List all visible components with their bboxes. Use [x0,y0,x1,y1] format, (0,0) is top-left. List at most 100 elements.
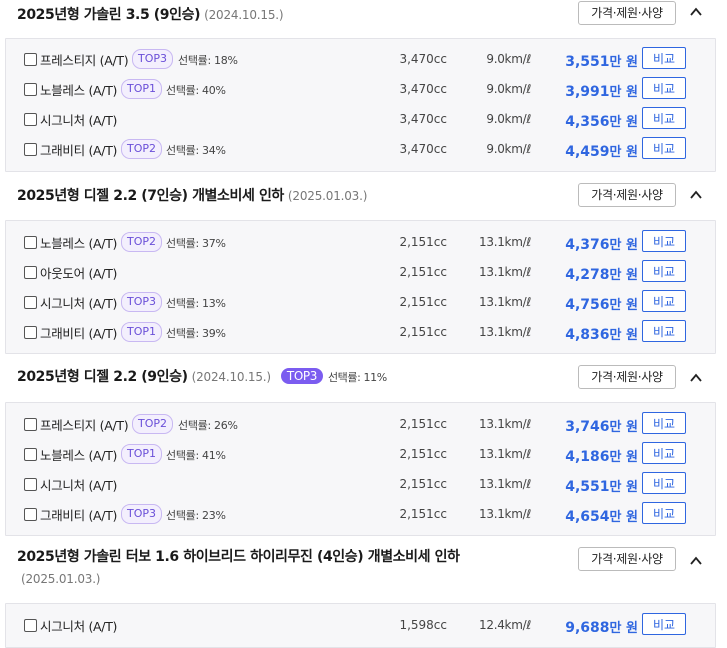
trim-row: 그래비티 (A/T) TOP2 선택률: 34% 3,470cc 9.0km/ℓ… [6,136,715,166]
selection-rate: 선택률: 11% [327,371,387,384]
section-date: (2024.10.15.) [204,8,284,22]
selection-rate: 선택률: 41% [166,449,226,462]
fuel-efficiency: 9.0km/ℓ [486,112,531,126]
displacement: 3,470cc [399,112,447,126]
trim-name[interactable]: 프레스티지 (A/T) [40,50,129,69]
rank-badge: TOP2 [121,232,163,252]
trim-row: 아웃도어 (A/T) 2,151cc 13.1km/ℓ 4,278만 원 비교 [6,259,715,289]
compare-button[interactable]: 비교 [642,137,686,159]
displacement: 2,151cc [399,447,447,461]
rank-badge: TOP2 [121,139,163,159]
trim-checkbox[interactable] [24,619,37,632]
chevron-up-icon[interactable] [689,5,703,19]
section-date: (2024.10.15.) [191,370,271,384]
trim-name[interactable]: 노블레스 (A/T) [40,445,117,464]
price: 4,836만 원 [565,327,638,343]
section-title-text: 2025년형 가솔린 터보 1.6 하이브리드 하이리무진 (4인승) 개별소비… [17,549,460,565]
displacement: 2,151cc [399,477,447,491]
compare-button[interactable]: 비교 [642,260,686,282]
trim-checkbox[interactable] [24,266,37,279]
section-date: (2025.01.03.) [21,572,101,586]
trim-list: 노블레스 (A/T) TOP2 선택률: 37% 2,151cc 13.1km/… [5,220,716,354]
selection-rate: 선택률: 39% [166,327,226,340]
trim-checkbox[interactable] [24,113,37,126]
price: 4,654만 원 [565,509,638,525]
section-title-text: 2025년형 디젤 2.2 (7인승) 개별소비세 인하 [17,188,284,204]
price: 3,991만 원 [565,84,638,100]
trim-row: 시그니처 (A/T) 2,151cc 13.1km/ℓ 4,551만 원 비교 [6,471,715,501]
trim-row: 노블레스 (A/T) TOP1 선택률: 40% 3,470cc 9.0km/ℓ… [6,76,715,106]
compare-button[interactable]: 비교 [642,290,686,312]
compare-button[interactable]: 비교 [642,47,686,69]
price: 9,688만 원 [565,620,638,636]
fuel-efficiency: 13.1km/ℓ [479,235,531,249]
compare-button[interactable]: 비교 [642,320,686,342]
displacement: 3,470cc [399,82,447,96]
compare-button[interactable]: 비교 [642,412,686,434]
compare-button[interactable]: 비교 [642,230,686,252]
compare-button[interactable]: 비교 [642,442,686,464]
fuel-efficiency: 13.1km/ℓ [479,417,531,431]
fuel-efficiency: 9.0km/ℓ [486,142,531,156]
compare-button[interactable]: 비교 [642,77,686,99]
trim-checkbox[interactable] [24,236,37,249]
trim-checkbox[interactable] [24,418,37,431]
compare-button[interactable]: 비교 [642,502,686,524]
trim-name[interactable]: 시그니처 (A/T) [40,293,117,312]
trim-name[interactable]: 그래비티 (A/T) [40,323,117,342]
trim-checkbox[interactable] [24,478,37,491]
price: 4,186만 원 [565,449,638,465]
trim-name[interactable]: 시그니처 (A/T) [40,110,117,129]
displacement: 2,151cc [399,325,447,339]
trim-checkbox[interactable] [24,508,37,521]
chevron-up-icon[interactable] [689,371,703,385]
trim-name[interactable]: 프레스티지 (A/T) [40,415,129,434]
rank-badge: TOP3 [280,368,323,384]
trim-row: 프레스티지 (A/T) TOP2 선택률: 26% 2,151cc 13.1km… [6,411,715,441]
price: 4,756만 원 [565,297,638,313]
trim-name[interactable]: 시그니처 (A/T) [40,616,117,635]
trim-checkbox[interactable] [24,83,37,96]
compare-button[interactable]: 비교 [642,613,686,635]
price: 4,376만 원 [565,237,638,253]
price: 3,551만 원 [565,54,638,70]
trim-name[interactable]: 노블레스 (A/T) [40,233,117,252]
compare-button[interactable]: 비교 [642,472,686,494]
price-spec-button[interactable]: 가격·제원·사양 [578,1,676,25]
rank-badge: TOP1 [121,444,163,464]
displacement: 2,151cc [399,265,447,279]
price-spec-button[interactable]: 가격·제원·사양 [578,183,676,207]
trim-row: 그래비티 (A/T) TOP3 선택률: 23% 2,151cc 13.1km/… [6,501,715,531]
rank-badge: TOP2 [132,414,174,434]
section-title: 2025년형 디젤 2.2 (7인승) 개별소비세 인하 (2025.01.03.… [17,185,367,205]
section-title: 2025년형 가솔린 3.5 (9인승) (2024.10.15.) [17,4,284,24]
trim-checkbox[interactable] [24,53,37,66]
trim-row: 시그니처 (A/T) 1,598cc 12.4km/ℓ 9,688만 원 비교 [6,612,715,642]
compare-button[interactable]: 비교 [642,107,686,129]
rank-badge: TOP1 [121,79,163,99]
trim-checkbox[interactable] [24,448,37,461]
trim-name[interactable]: 아웃도어 (A/T) [40,263,117,282]
trim-name[interactable]: 그래비티 (A/T) [40,140,117,159]
rank-badge: TOP3 [132,49,174,69]
selection-rate: 선택률: 37% [166,237,226,250]
price-spec-button[interactable]: 가격·제원·사양 [578,365,676,389]
trim-checkbox[interactable] [24,143,37,156]
trim-name[interactable]: 그래비티 (A/T) [40,505,117,524]
trim-name[interactable]: 노블레스 (A/T) [40,80,117,99]
displacement: 3,470cc [399,52,447,66]
fuel-efficiency: 9.0km/ℓ [486,52,531,66]
chevron-up-icon[interactable] [689,554,703,568]
fuel-efficiency: 13.1km/ℓ [479,265,531,279]
trim-row: 프레스티지 (A/T) TOP3 선택률: 18% 3,470cc 9.0km/… [6,46,715,76]
price-spec-button[interactable]: 가격·제원·사양 [578,547,676,571]
chevron-up-icon[interactable] [689,188,703,202]
displacement: 1,598cc [399,618,447,632]
trim-checkbox[interactable] [24,296,37,309]
selection-rate: 선택률: 34% [166,144,226,157]
section-date: (2025.01.03.) [287,189,368,203]
trim-checkbox[interactable] [24,326,37,339]
trim-name[interactable]: 시그니처 (A/T) [40,475,117,494]
fuel-efficiency: 12.4km/ℓ [479,618,531,632]
selection-rate: 선택률: 13% [166,297,226,310]
